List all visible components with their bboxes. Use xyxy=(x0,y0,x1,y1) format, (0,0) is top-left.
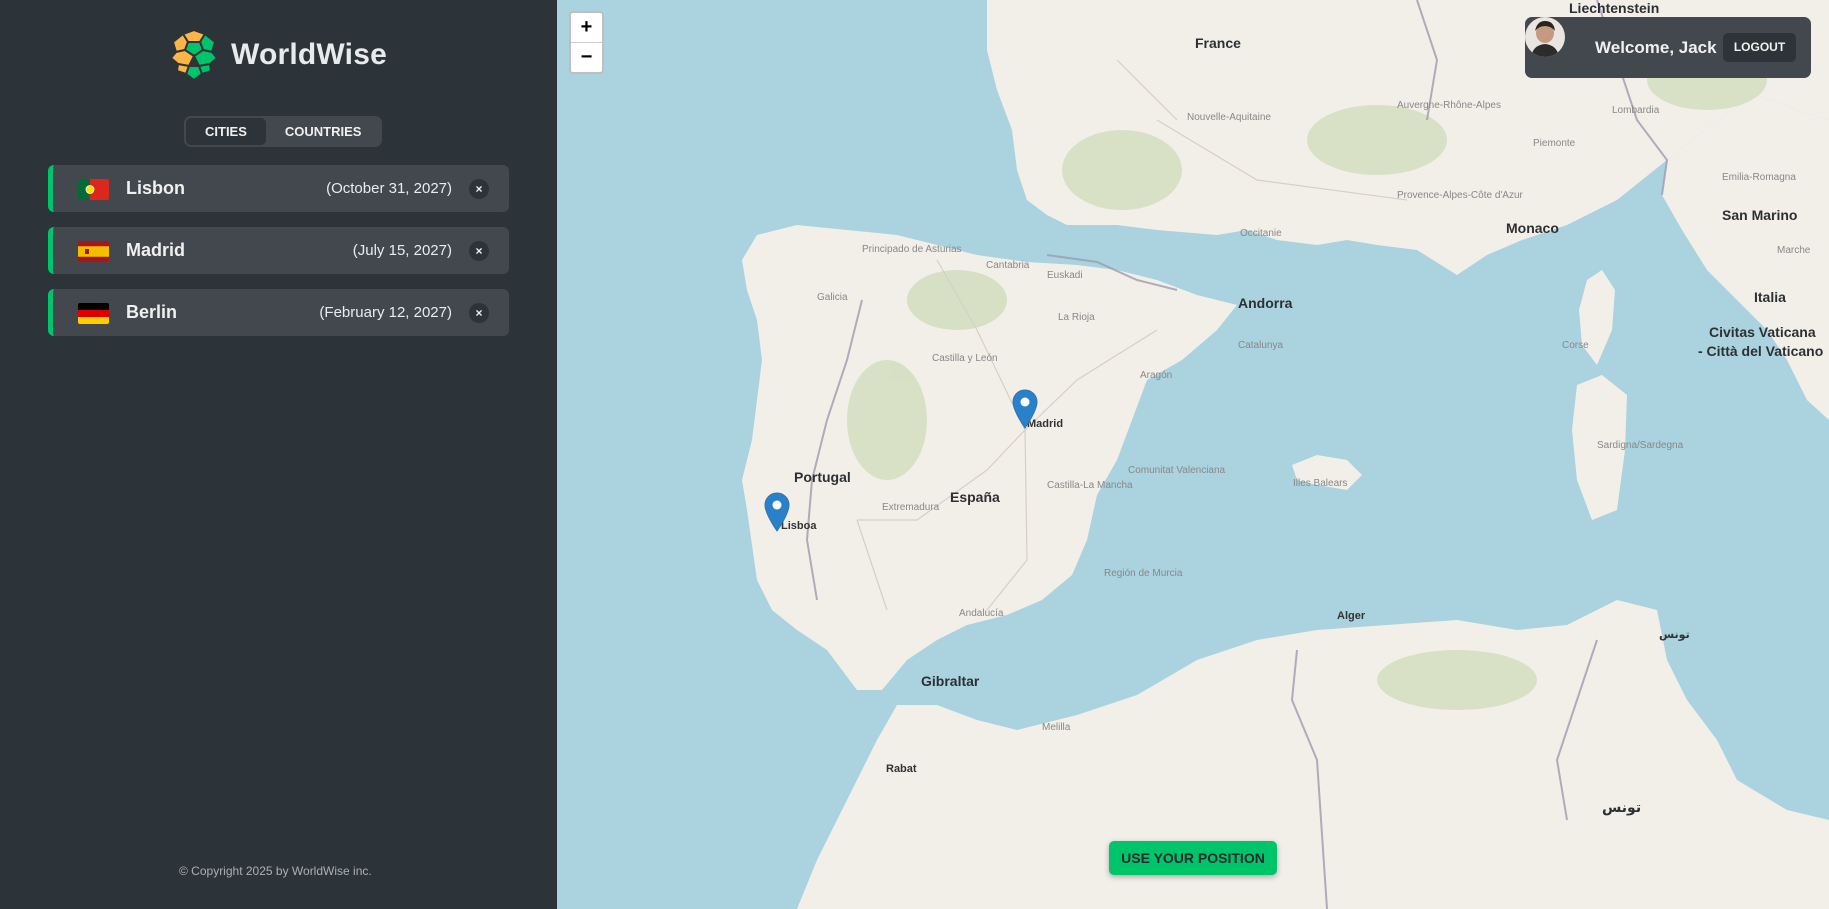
city-list: Lisbon (October 31, 2027) × Madrid (July… xyxy=(48,165,509,351)
view-tabs: CITIES COUNTRIES xyxy=(184,116,383,147)
map-label-corse: Corse xyxy=(1562,340,1589,351)
map-label-melilla: Melilla xyxy=(1042,722,1071,733)
map[interactable]: France Liechtenstein Monaco San Marino A… xyxy=(557,0,1829,909)
tab-cities[interactable]: CITIES xyxy=(186,118,266,145)
user-panel: Welcome, Jack LOGOUT xyxy=(1525,17,1811,78)
map-label-emilia: Emilia-Romagna xyxy=(1722,172,1796,183)
map-label-espana: España xyxy=(950,489,1000,505)
map-label-aragon: Aragón xyxy=(1140,370,1173,381)
zoom-control: + − xyxy=(569,11,604,74)
map-label-alger: Alger xyxy=(1337,610,1366,622)
map-label-portugal: Portugal xyxy=(794,469,851,485)
map-label-galicia: Galicia xyxy=(817,292,848,303)
map-label-italia: Italia xyxy=(1754,289,1786,305)
map-label-rabat: Rabat xyxy=(886,763,917,775)
delete-city-button[interactable]: × xyxy=(469,302,489,323)
map-label-sardegna: Sardigna/Sardegna xyxy=(1597,440,1684,451)
map-marker-madrid[interactable] xyxy=(1012,389,1038,429)
city-name: Lisbon xyxy=(126,178,185,198)
map-label-catalunya: Catalunya xyxy=(1238,340,1284,351)
map-label-principado: Principado de Asturias xyxy=(862,244,962,255)
zoom-in-button[interactable]: + xyxy=(571,13,602,43)
tab-countries[interactable]: COUNTRIES xyxy=(266,118,381,145)
map-label-occitanie: Occitanie xyxy=(1240,228,1282,239)
map-label-tunisia: تونس xyxy=(1602,799,1642,815)
city-item-berlin[interactable]: Berlin (February 12, 2027) × xyxy=(48,289,509,336)
city-name: Madrid xyxy=(126,240,186,260)
map-label-andorra: Andorra xyxy=(1238,295,1293,311)
map-label-murcia: Región de Murcia xyxy=(1104,568,1183,579)
map-tiles[interactable] xyxy=(557,0,1829,909)
use-position-button[interactable]: USE YOUR POSITION xyxy=(1109,841,1277,875)
map-label-extremadura: Extremadura xyxy=(882,502,940,513)
zoom-out-button[interactable]: − xyxy=(571,43,602,72)
map-label-monaco: Monaco xyxy=(1506,220,1559,236)
city-date: (February 12, 2027) xyxy=(319,304,452,321)
map-label-vaticano-2: - Città del Vaticano xyxy=(1698,343,1824,359)
map-label-gibraltar: Gibraltar xyxy=(921,673,980,689)
welcome-text: Welcome, Jack xyxy=(1595,37,1717,57)
land-north-africa xyxy=(797,600,1829,909)
map-label-marche: Marche xyxy=(1777,245,1811,256)
map-label-liechtenstein: Liechtenstein xyxy=(1569,0,1660,16)
city-date: (July 15, 2027) xyxy=(352,242,452,259)
logo[interactable]: WorldWise xyxy=(167,28,387,82)
delete-city-button[interactable]: × xyxy=(469,178,489,199)
flag-germany-icon xyxy=(78,303,109,324)
map-label-castilla-mancha: Castilla-La Mancha xyxy=(1047,480,1133,491)
map-label-illes-balears: Illes Balears xyxy=(1293,478,1348,489)
map-label-piemonte: Piemonte xyxy=(1533,138,1576,149)
sidebar: WorldWise CITIES COUNTRIES Lisbon (Octob… xyxy=(0,0,557,909)
map-label-euskadi: Euskadi xyxy=(1047,270,1083,281)
copyright: © Copyright 2025 by WorldWise inc. xyxy=(179,864,372,878)
map-label-andalucia: Andalucía xyxy=(959,608,1004,619)
map-label-lombardia: Lombardia xyxy=(1612,105,1660,116)
delete-city-button[interactable]: × xyxy=(469,240,489,261)
city-item-lisbon[interactable]: Lisbon (October 31, 2027) × xyxy=(48,165,509,212)
avatar[interactable] xyxy=(1525,17,1565,57)
globe-logo-icon xyxy=(168,28,220,82)
city-name: Berlin xyxy=(126,302,178,322)
map-label-provence: Provence-Alpes-Côte d'Azur xyxy=(1397,190,1523,201)
city-item-madrid[interactable]: Madrid (July 15, 2027) × xyxy=(48,227,509,274)
map-label-san-marino: San Marino xyxy=(1722,207,1798,223)
map-label-auvergne: Auvergne-Rhône-Alpes xyxy=(1397,100,1501,111)
city-date: (October 31, 2027) xyxy=(326,180,452,197)
map-label-tunis: تونس xyxy=(1659,629,1690,641)
flag-portugal-icon xyxy=(78,179,109,200)
logout-button[interactable]: LOGOUT xyxy=(1723,33,1796,62)
map-label-la-rioja: La Rioja xyxy=(1058,312,1095,323)
map-label-castilla-leon: Castilla y León xyxy=(932,353,998,364)
map-label-comunitat: Comunitat Valenciana xyxy=(1128,465,1226,476)
flag-spain-icon xyxy=(78,241,109,262)
map-label-cantabria: Cantabria xyxy=(986,260,1030,271)
map-marker-lisboa[interactable] xyxy=(764,492,790,532)
map-label-france: France xyxy=(1195,35,1241,51)
app-name: WorldWise xyxy=(231,38,387,71)
map-label-nouvelle-aquitaine: Nouvelle-Aquitaine xyxy=(1187,112,1271,123)
map-label-vaticano: Civitas Vaticana xyxy=(1709,324,1816,340)
